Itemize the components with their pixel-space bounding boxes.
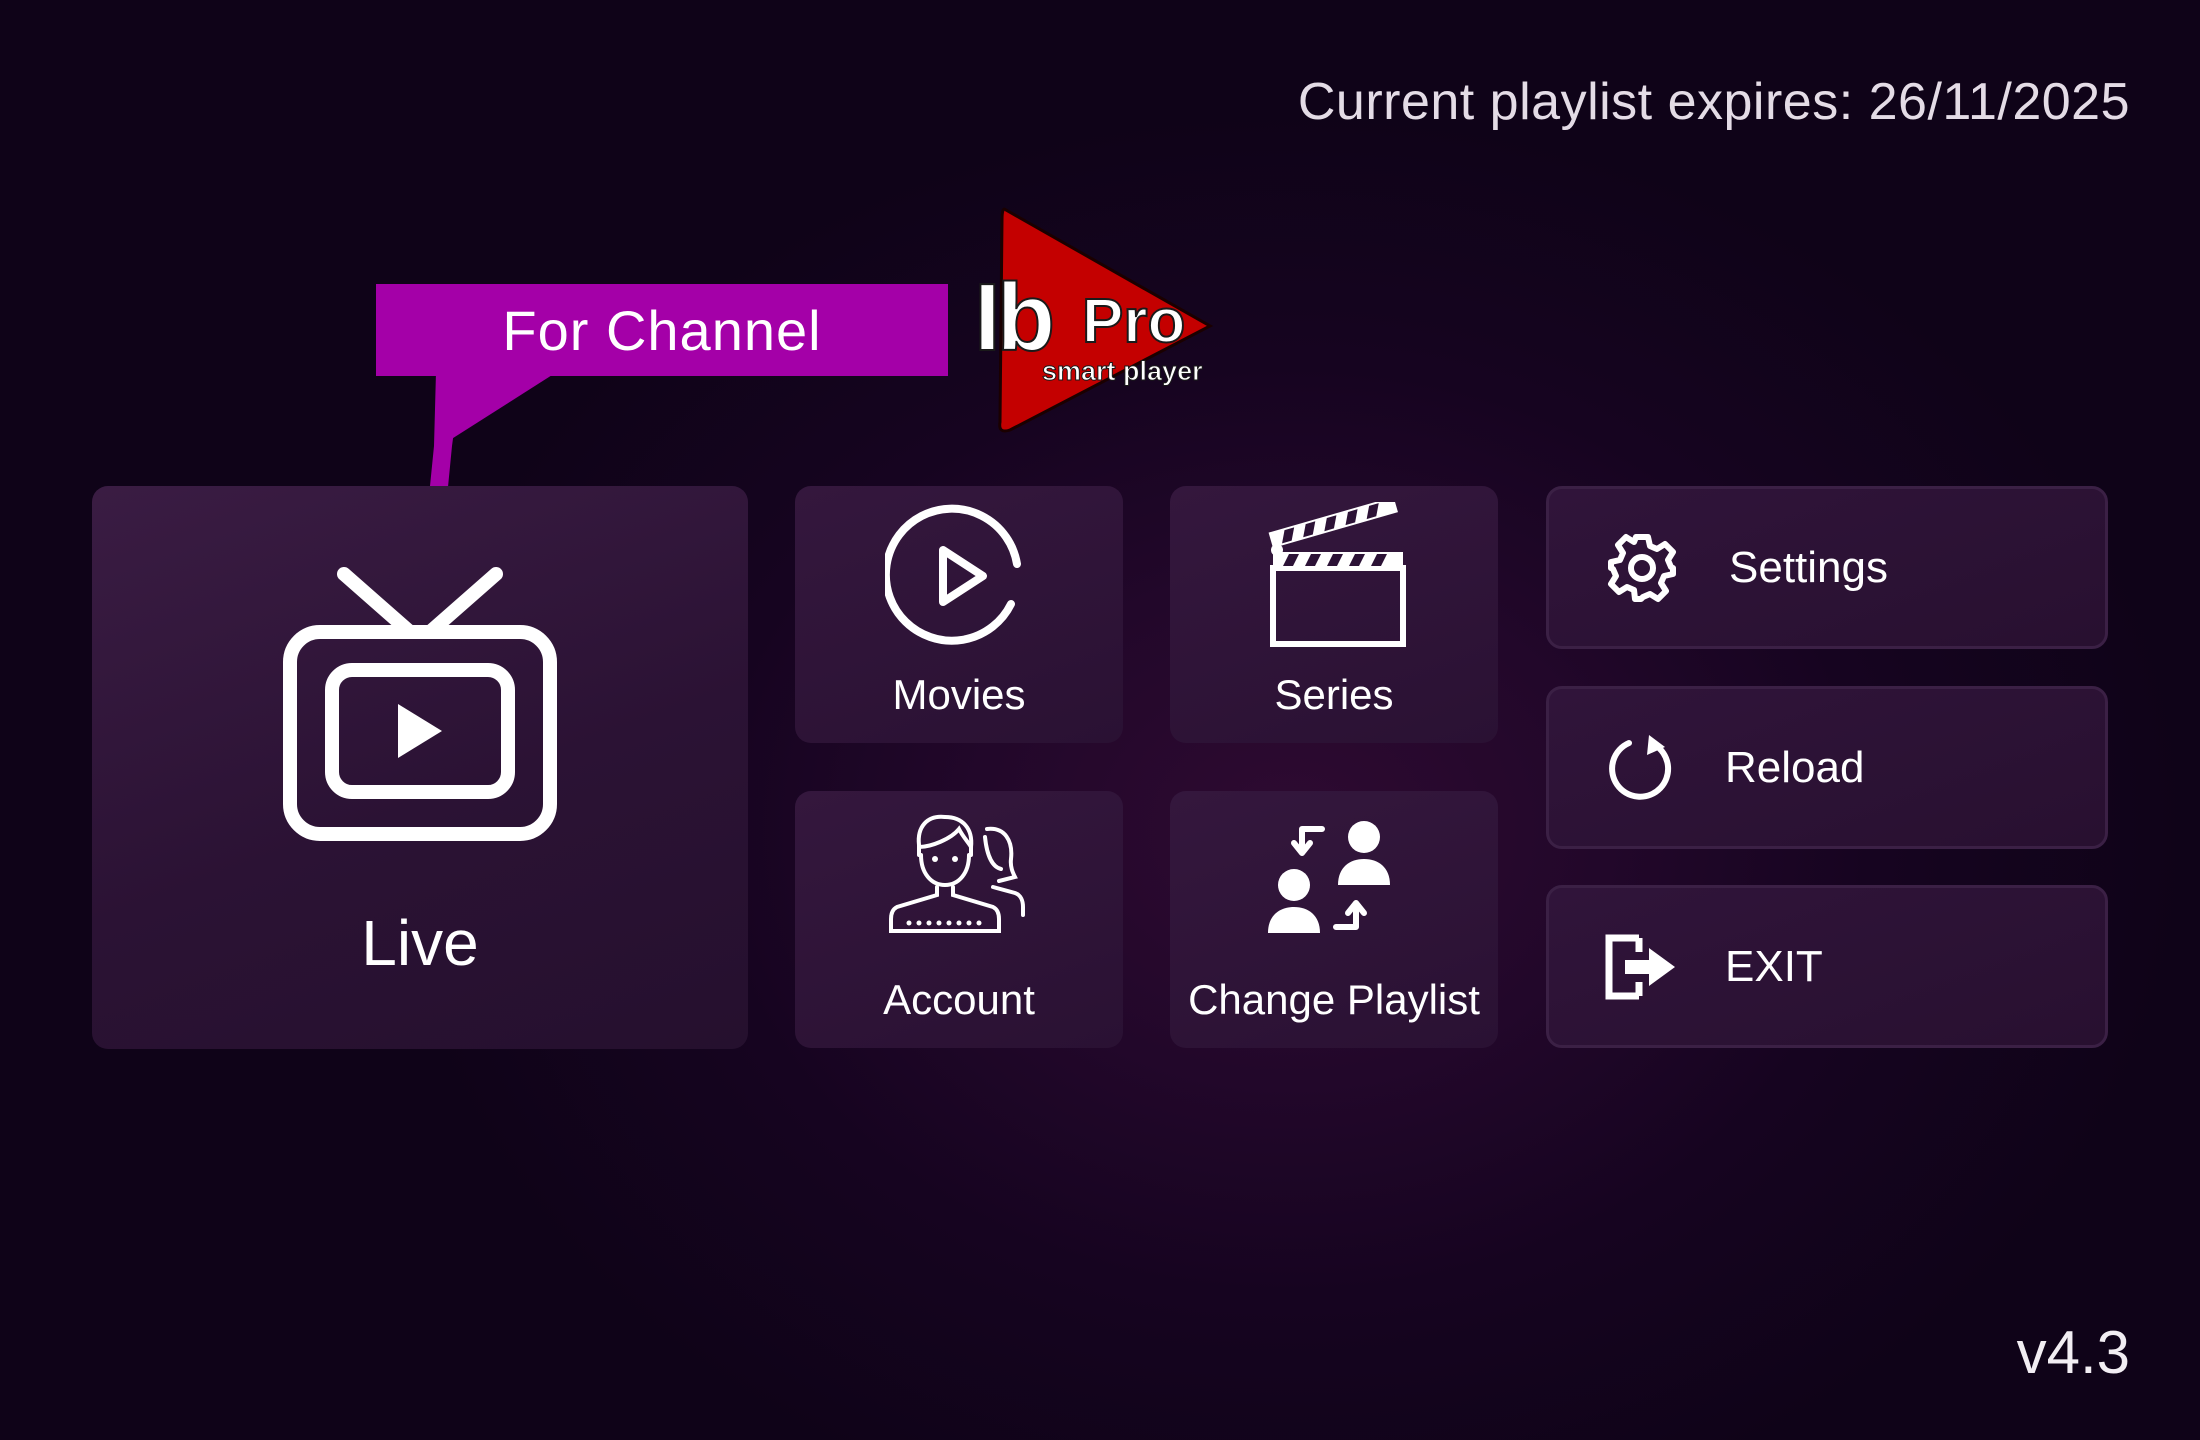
movies-label: Movies [892, 671, 1026, 718]
series-label: Series [1274, 671, 1394, 718]
app-logo: Ib Pro smart player [970, 200, 1230, 440]
svg-text:Ib: Ib [974, 264, 1052, 371]
settings-label: Settings [1729, 542, 1888, 592]
movies-tile[interactable]: Movies [795, 486, 1123, 743]
reload-icon [1607, 733, 1677, 803]
exit-icon [1605, 934, 1679, 1000]
app-version: v4.3 [2016, 1319, 2130, 1386]
clapperboard-icon [1259, 502, 1409, 652]
svg-text:Pro: Pro [1082, 287, 1185, 356]
playlist-expiry-text: Current playlist expires: 26/11/2025 [1297, 73, 2130, 131]
tv-play-icon [282, 552, 558, 842]
series-tile[interactable]: Series [1170, 486, 1498, 743]
svg-text:smart player: smart player [1042, 356, 1203, 386]
change-playlist-label: Change Playlist [1188, 976, 1480, 1023]
play-circle-icon [885, 502, 1033, 650]
switch-user-icon [1264, 817, 1404, 947]
exit-label: EXIT [1725, 941, 1823, 991]
settings-button[interactable]: Settings [1546, 486, 2108, 649]
users-icon [889, 807, 1029, 937]
change-playlist-tile[interactable]: Change Playlist [1170, 791, 1498, 1048]
gear-icon [1607, 533, 1677, 603]
account-label: Account [883, 976, 1035, 1023]
callout-label: For Channel [502, 298, 822, 362]
logo-graphic: Ib Pro smart player [973, 207, 1214, 433]
live-tile[interactable]: Live [92, 486, 748, 1049]
reload-label: Reload [1725, 742, 1865, 792]
live-label: Live [361, 907, 479, 979]
account-tile[interactable]: Account [795, 791, 1123, 1048]
exit-button[interactable]: EXIT [1546, 885, 2108, 1048]
reload-button[interactable]: Reload [1546, 686, 2108, 849]
